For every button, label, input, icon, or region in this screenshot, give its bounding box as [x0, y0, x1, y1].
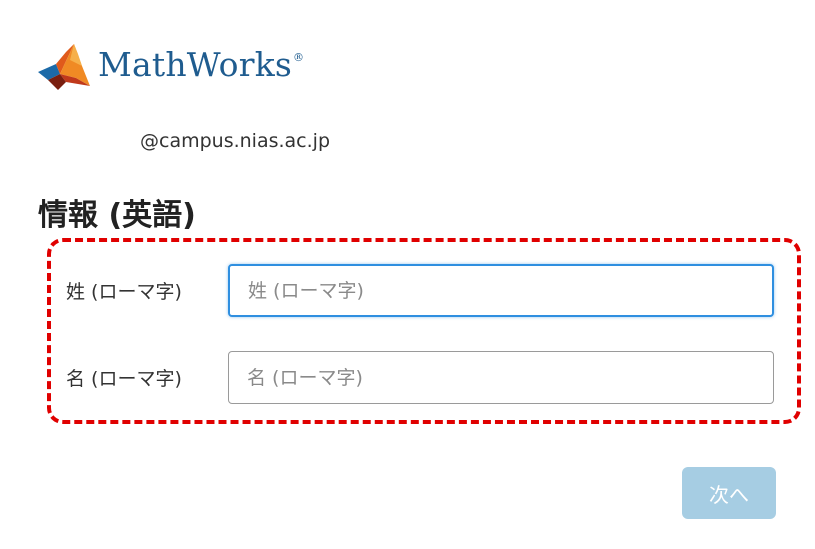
next-button[interactable]: 次へ	[682, 467, 776, 519]
last-name-label: 姓 (ローマ字)	[66, 281, 182, 303]
mathworks-logo: MathWorks®	[36, 38, 304, 94]
brand-name: MathWorks®	[98, 44, 305, 84]
first-name-label: 名 (ローマ字)	[66, 368, 182, 390]
membrane-logo-icon	[38, 44, 90, 90]
login-page: MathWorks® @campus.nias.ac.jp 情報 (英語) 姓 …	[0, 0, 815, 549]
first-name-input[interactable]	[228, 351, 774, 404]
section-title: 情報 (英語)	[38, 198, 196, 233]
first-name-row: 名 (ローマ字)	[66, 351, 774, 404]
last-name-row: 姓 (ローマ字)	[66, 264, 774, 317]
last-name-input[interactable]	[228, 264, 774, 317]
account-email: @campus.nias.ac.jp	[140, 130, 331, 152]
